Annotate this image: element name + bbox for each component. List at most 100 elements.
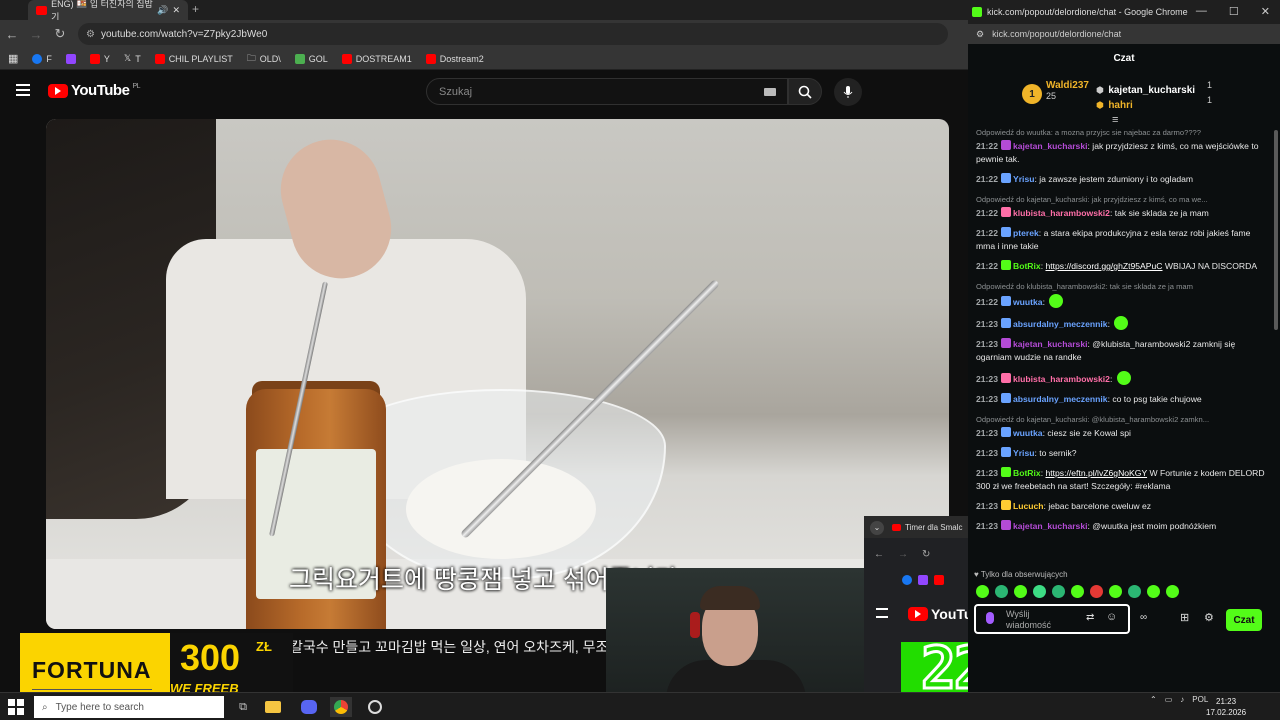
emote-icon[interactable] [1128,585,1141,598]
emote-icon[interactable] [1166,585,1179,598]
gift-box-icon[interactable]: ⊞ [1180,611,1189,624]
chrome-icon[interactable] [330,697,352,717]
chat-message[interactable]: 21:23 klubista_harambowski2: [976,371,1268,386]
microphone-icon[interactable] [986,612,994,624]
chat-message[interactable]: 21:23 kajetan_kucharski: @klubista_haramb… [976,338,1268,364]
reply-context[interactable]: Odpowiedź do kajetan_kucharski: @klubist… [976,413,1268,426]
emote-icon[interactable] [1071,585,1084,598]
voice-search-button[interactable] [834,78,862,106]
bookmark-item[interactable]: DOSTREAM1 [341,53,412,64]
kicks-icon[interactable]: ∞ [1140,612,1147,623]
forward-button[interactable]: → [898,549,908,560]
network-icon[interactable]: ▭ [1165,695,1173,704]
emote-icon[interactable] [976,585,989,598]
bookmark-item[interactable]: Dostream2 [425,53,484,64]
chat-username[interactable]: absurdalny_meczennik [1013,394,1108,404]
chat-scrollbar[interactable] [1274,130,1278,330]
youtube-icon[interactable] [934,575,944,585]
youtube-logo[interactable]: YouTube PL [48,82,140,99]
chat-message[interactable]: 21:23 BotRix: https://eftn.pl/lvZ6gNoKGY … [976,467,1268,493]
chat-username[interactable]: kajetan_kucharski [1013,141,1088,151]
youtube-logo[interactable]: YouTube [908,606,968,622]
url-field[interactable]: ⚙ youtube.com/watch?v=Z7pky2JbWe0 [78,23,948,45]
chat-message[interactable]: 21:23 Lucuch: jebac barcelone cweluw ez [976,500,1268,513]
tray-arrow-icon[interactable]: ⌃ [1150,695,1157,704]
chevron-down-icon[interactable]: ⌄ [870,521,884,535]
forward-button[interactable]: → [24,22,48,46]
bookmark-item[interactable] [65,53,76,64]
chat-message[interactable]: Odpowiedź do wuutka: a mozna przyjsc sie… [976,126,1268,166]
maximize-button[interactable]: ☐ [1229,5,1239,18]
settings-gear-icon[interactable]: ⚙ [1204,611,1214,624]
chat-username[interactable]: BotRix [1013,261,1041,271]
new-tab-button[interactable]: + [192,2,199,16]
keyboard-icon[interactable] [764,88,776,96]
chat-message[interactable]: 21:23 kajetan_kucharski: @wuutka jest moi… [976,520,1268,533]
bookmark-item[interactable]: F [32,53,52,64]
chat-message[interactable]: Odpowiedź do kajetan_kucharski: @klubist… [976,413,1268,440]
chat-username[interactable]: kajetan_kucharski [1013,521,1088,531]
leader-1[interactable]: Waldi237 25 [1046,80,1089,101]
bookmark-item[interactable]: CHIL PLAYLIST [154,53,233,64]
volume-icon[interactable]: ♪ [1180,695,1184,704]
message-link[interactable]: https://eftn.pl/lvZ6gNoKGY [1045,468,1147,478]
reload-button[interactable]: ↻ [922,549,930,560]
message-link[interactable]: https://discord.gg/ghZt95APuC [1045,261,1162,271]
chat-username[interactable]: pterek [1013,228,1039,238]
back-button[interactable]: ← [874,549,884,560]
emote-icon[interactable] [1014,585,1027,598]
chat-message[interactable]: 21:22 pterek: a stara ekipa produkcyjna z… [976,227,1268,253]
reply-context[interactable]: Odpowiedź do kajetan_kucharski: jak przy… [976,193,1268,206]
translate-icon[interactable]: ⇄ [1086,612,1094,623]
chat-username[interactable]: klubista_harambowski2 [1013,374,1110,384]
bookmark-item[interactable]: 𝕏T [124,53,141,64]
search-button[interactable] [788,78,822,105]
emote-icon[interactable] [1090,585,1103,598]
menu-hamburger-icon[interactable] [16,84,30,96]
chat-message[interactable]: 21:22 BotRix: https://discord.gg/ghZt95AP… [976,260,1268,273]
taskbar-clock[interactable]: 21:23 17.02.2026 [1206,696,1246,718]
obs-icon[interactable] [364,697,386,717]
bookmark-folder[interactable]: 🗀 OLD\ [247,51,281,67]
emote-icon[interactable] [1109,585,1122,598]
site-info-icon[interactable]: ⚙ [976,29,984,40]
chat-username[interactable]: BotRix [1013,468,1041,478]
chat-username[interactable]: kajetan_kucharski [1013,339,1088,349]
minimize-button[interactable]: — [1196,5,1207,18]
chat-message[interactable]: 21:22 Yrisu: ja zawsze jestem zdumiony i … [976,173,1268,186]
chat-message[interactable]: 21:23 absurdalny_meczennik: co to psg tak… [976,393,1268,406]
bookmark-item[interactable]: Y [89,53,110,64]
chat-username[interactable]: wuutka [1013,428,1043,438]
reload-button[interactable]: ↻ [48,22,72,46]
bookmark-item[interactable]: GOL [294,53,328,64]
facebook-icon[interactable] [902,575,912,585]
send-chat-button[interactable]: Czat [1226,609,1262,631]
leader-3[interactable]: ⬢ hahri 1 [1096,95,1212,113]
chat-message[interactable]: 21:23 Yrisu: to sernik? [976,447,1268,460]
reply-context[interactable]: Odpowiedź do klubista_harambowski2: tak … [976,280,1268,293]
close-button[interactable]: ✕ [1261,5,1270,18]
emote-icon[interactable] [995,585,1008,598]
back-button[interactable]: ← [0,22,24,46]
popout-url-bar[interactable]: ⚙ kick.com/popout/delordione/chat [968,24,1280,44]
emote-icon[interactable] [1052,585,1065,598]
reply-context[interactable]: Odpowiedź do wuutka: a mozna przyjsc sie… [976,126,1268,139]
chat-message[interactable]: 21:23 absurdalny_meczennik: [976,316,1268,331]
chat-username[interactable]: Yrisu [1013,448,1035,458]
chat-username[interactable]: klubista_harambowski2 [1013,208,1110,218]
task-view-icon[interactable]: ⧉ [232,697,254,717]
browser-tab[interactable]: ENG) 🍱 입 터진자의 집밥기 🔊 ✕ [28,0,188,22]
windows-start-icon[interactable] [8,699,24,715]
pinned-toggle-icon[interactable]: ≡ [1112,114,1118,126]
file-explorer-icon[interactable] [262,697,284,717]
apps-grid-icon[interactable]: ▦ [8,52,18,65]
chat-message[interactable]: Odpowiedź do kajetan_kucharski: jak przy… [976,193,1268,220]
chat-username[interactable]: Lucuch [1013,501,1044,511]
discord-icon[interactable] [298,697,320,717]
emoji-picker-icon[interactable]: ☺ [1106,611,1117,623]
chat-message[interactable]: Odpowiedź do klubista_harambowski2: tak … [976,280,1268,309]
emote-icon[interactable] [1147,585,1160,598]
chat-username[interactable]: Yrisu [1013,174,1035,184]
taskbar-search-input[interactable]: ⌕ Type here to search [34,696,224,718]
chat-username[interactable]: absurdalny_meczennik [1013,319,1108,329]
